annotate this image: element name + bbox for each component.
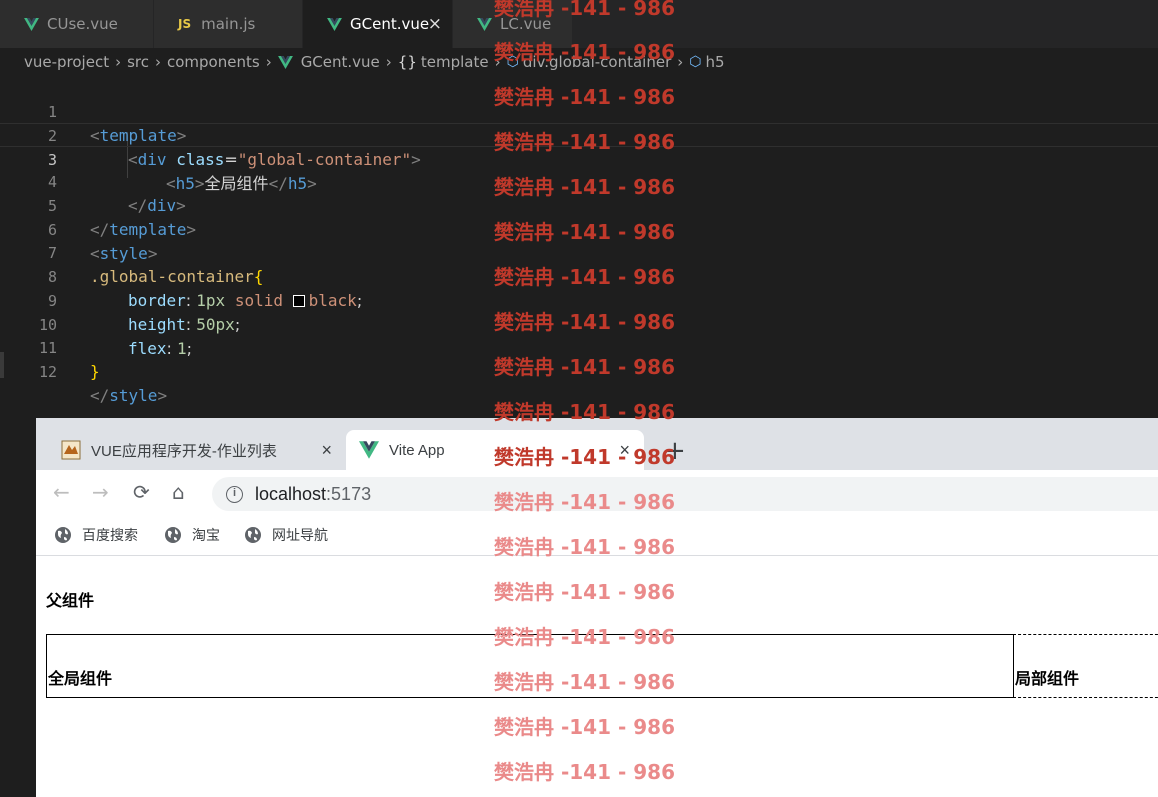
info-icon[interactable]: i [226, 485, 243, 503]
global-container: 全局组件 [46, 634, 1014, 698]
global-component-heading: 全局组件 [48, 671, 113, 688]
url-port: :5173 [326, 483, 372, 504]
breadcrumb: vue-project › src › components › GCent.v… [0, 48, 1158, 76]
breadcrumb-item[interactable]: GCent.vue [301, 53, 380, 71]
globe-icon [165, 527, 181, 543]
breadcrumb-item[interactable]: h5 [705, 53, 724, 71]
vue-icon [359, 441, 379, 459]
editor-tab-label: GCent.vue [350, 15, 430, 33]
browser-tab-vite-app[interactable]: Vite App × [346, 430, 644, 470]
editor-tab-lc[interactable]: LC.vue [453, 0, 573, 48]
scrollbar-thumb[interactable] [0, 352, 4, 378]
chevron-right-icon: › [677, 53, 684, 71]
home-icon[interactable]: ⌂ [172, 480, 185, 504]
local-container: 局部组件 [1013, 634, 1158, 698]
breadcrumb-item[interactable]: src [127, 53, 149, 71]
js-icon: JS [178, 17, 192, 31]
globe-icon [55, 527, 71, 543]
page-content: 父组件 全局组件 局部组件 [36, 557, 1158, 797]
editor-tab-label: CUse.vue [47, 15, 118, 33]
forward-icon[interactable]: → [92, 480, 109, 504]
code-line[interactable]: 9 height: 50px; [0, 265, 1158, 334]
browser-toolbar: ← → ⟳ ⌂ i localhost:5173 [36, 470, 1158, 516]
cube-icon: ⬡ [689, 54, 702, 70]
breadcrumb-item[interactable]: template [421, 53, 489, 71]
code-editor[interactable]: 1 <template> 2 <div class="global-contai… [0, 76, 1158, 418]
back-icon[interactable]: ← [53, 480, 70, 504]
line-number: 12 [38, 363, 57, 381]
breadcrumb-item[interactable]: components [167, 53, 260, 71]
browser-tab-label: VUE应用程序开发-作业列表 [91, 442, 277, 460]
editor-tab-gcent[interactable]: GCent.vue × [303, 0, 453, 48]
close-icon[interactable]: × [619, 440, 630, 461]
address-bar[interactable]: i localhost:5173 [212, 477, 1158, 511]
bookmarks-bar: 百度搜索 淘宝 网址导航 [36, 516, 1158, 556]
code-line[interactable]: 10 flex: 1; [0, 289, 1158, 358]
breadcrumb-item[interactable]: div.global-container [523, 53, 671, 71]
code-line[interactable]: 8 border: 1px solid black; [0, 241, 1158, 310]
breadcrumb-item[interactable]: vue-project [24, 53, 109, 71]
new-tab-icon[interactable]: + [664, 436, 686, 466]
bookmark-taobao[interactable]: 淘宝 [164, 525, 220, 545]
close-icon[interactable]: × [321, 440, 332, 461]
code-line-current[interactable]: 3 <h5>全局组件</h5> [0, 123, 1158, 193]
parent-component-heading: 父组件 [46, 593, 95, 610]
browser-window: VUE应用程序开发-作业列表 × Vite App × + ← → ⟳ ⌂ i … [36, 418, 1158, 797]
vue-icon [277, 55, 293, 69]
editor-tab-label: main.js [201, 15, 256, 33]
close-icon[interactable]: × [428, 14, 442, 34]
local-component-heading: 局部组件 [1015, 671, 1080, 688]
code-line[interactable]: 11 } [0, 312, 1158, 381]
globe-icon [245, 527, 261, 543]
chevron-right-icon: › [155, 53, 161, 71]
bookmark-label: 百度搜索 [82, 527, 138, 543]
code-line[interactable]: 2 <div class="global-container"> [0, 100, 1158, 169]
bookmark-nav[interactable]: 网址导航 [244, 525, 328, 545]
code-line[interactable]: 6 <style> [0, 194, 1158, 263]
vue-icon [327, 17, 342, 31]
bookmark-baidu[interactable]: 百度搜索 [54, 525, 138, 545]
chevron-right-icon: › [494, 53, 501, 71]
code-line[interactable]: 12 </style> [0, 336, 1158, 405]
chevron-right-icon: › [115, 53, 122, 71]
chevron-right-icon: › [265, 53, 272, 71]
bookmark-label: 淘宝 [192, 527, 220, 543]
editor-tab-cuse[interactable]: CUse.vue [0, 0, 154, 48]
chevron-right-icon: › [385, 53, 392, 71]
editor-tab-bar: CUse.vue JS main.js GCent.vue × LC.vue [0, 0, 1158, 48]
code-line[interactable]: 1 <template> [0, 76, 1158, 145]
code-line[interactable]: 5 </template> [0, 170, 1158, 239]
cube-icon: ⬡ [506, 54, 519, 70]
browser-tab-label: Vite App [389, 441, 445, 459]
code-line[interactable]: 4 </div> [0, 146, 1158, 215]
code-line[interactable]: 7 .global-container{ [0, 217, 1158, 286]
reload-icon[interactable]: ⟳ [133, 480, 150, 504]
braces-icon: {} [397, 53, 417, 71]
editor-tab-main-js[interactable]: JS main.js [154, 0, 303, 48]
editor-tab-label: LC.vue [500, 15, 552, 33]
site-favicon [61, 440, 81, 460]
vue-icon [477, 17, 492, 31]
bookmark-label: 网址导航 [272, 527, 328, 543]
url-host: localhost [255, 483, 327, 504]
browser-tab-strip: VUE应用程序开发-作业列表 × Vite App × + [36, 418, 1158, 470]
vue-icon [24, 17, 39, 31]
browser-tab-assignments[interactable]: VUE应用程序开发-作业列表 × [48, 430, 346, 470]
